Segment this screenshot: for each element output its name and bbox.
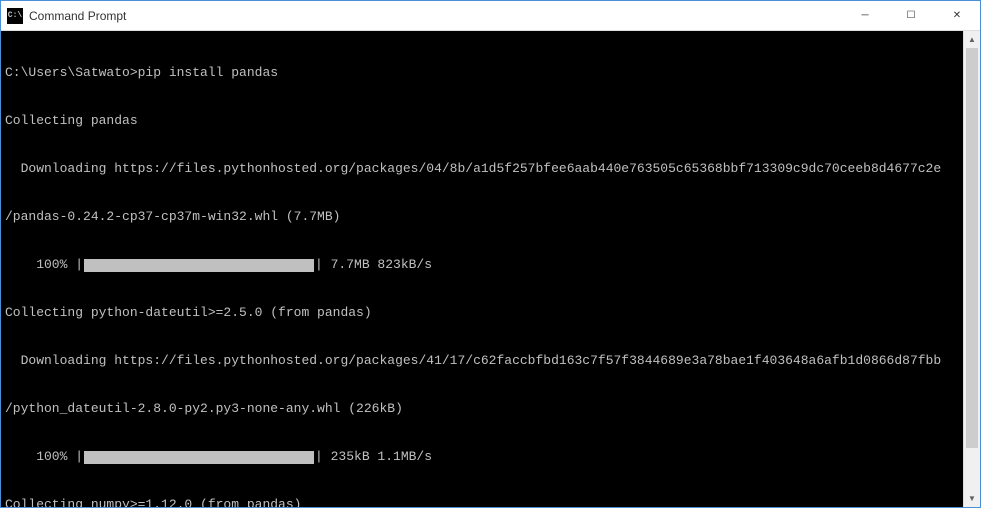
output-line: Collecting numpy>=1.12.0 (from pandas) <box>5 497 959 507</box>
minimize-button[interactable]: ─ <box>842 1 888 30</box>
progress-line: 100% | | 7.7MB 823kB/s <box>5 257 959 273</box>
close-button[interactable]: ✕ <box>934 1 980 30</box>
vertical-scrollbar[interactable]: ▲ ▼ <box>963 31 980 507</box>
output-line: Downloading https://files.pythonhosted.o… <box>5 161 959 177</box>
window-title: Command Prompt <box>29 9 842 23</box>
scroll-thumb[interactable] <box>966 48 978 448</box>
scroll-down-arrow[interactable]: ▼ <box>964 490 980 507</box>
progress-percent: 100% | <box>5 449 83 465</box>
progress-percent: 100% | <box>5 257 83 273</box>
prompt-line: C:\Users\Satwato>pip install pandas <box>5 65 959 81</box>
maximize-button[interactable]: ☐ <box>888 1 934 30</box>
output-line: /python_dateutil-2.8.0-py2.py3-none-any.… <box>5 401 959 417</box>
terminal[interactable]: C:\Users\Satwato>pip install pandas Coll… <box>1 31 963 507</box>
progress-bar <box>84 259 314 272</box>
progress-line: 100% | | 235kB 1.1MB/s <box>5 449 959 465</box>
progress-stats: | 235kB 1.1MB/s <box>315 449 432 465</box>
output-line: Downloading https://files.pythonhosted.o… <box>5 353 959 369</box>
prompt-path: C:\Users\Satwato> <box>5 65 138 81</box>
progress-bar <box>84 451 314 464</box>
terminal-wrap: C:\Users\Satwato>pip install pandas Coll… <box>1 31 980 507</box>
output-line: Collecting python-dateutil>=2.5.0 (from … <box>5 305 959 321</box>
progress-stats: | 7.7MB 823kB/s <box>315 257 432 273</box>
cmd-icon: C:\ <box>7 8 23 24</box>
titlebar[interactable]: C:\ Command Prompt ─ ☐ ✕ <box>1 1 980 31</box>
cmd-icon-label: C:\ <box>8 11 22 20</box>
output-line: /pandas-0.24.2-cp37-cp37m-win32.whl (7.7… <box>5 209 959 225</box>
command-text: pip install pandas <box>138 65 278 81</box>
scroll-up-arrow[interactable]: ▲ <box>964 31 980 48</box>
window-controls: ─ ☐ ✕ <box>842 1 980 30</box>
output-line: Collecting pandas <box>5 113 959 129</box>
